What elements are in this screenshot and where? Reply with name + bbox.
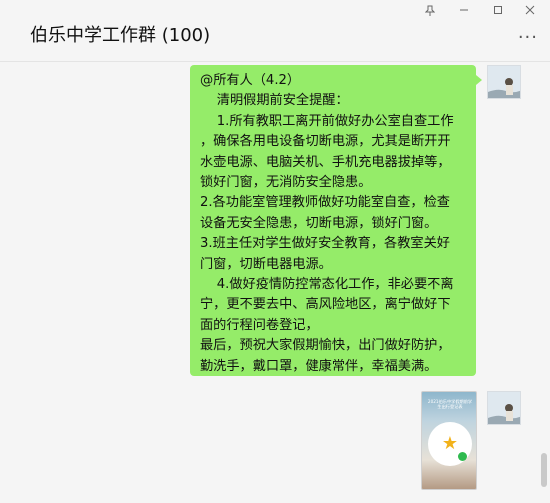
avatar[interactable] xyxy=(487,65,521,99)
mini-program-icon xyxy=(458,452,467,461)
chat-title: 伯乐中学工作群 (100) xyxy=(30,25,211,46)
maximize-icon[interactable] xyxy=(488,2,508,18)
minimize-icon[interactable] xyxy=(454,2,474,18)
image-caption: 2021伯乐中学假期前学生出行登记表 xyxy=(427,399,473,409)
star-icon: ★ xyxy=(441,433,459,454)
more-options-button[interactable]: ... xyxy=(518,24,538,42)
scrollbar[interactable] xyxy=(541,453,547,487)
title-bar: 伯乐中学工作群 (100) ... xyxy=(0,0,550,62)
close-icon[interactable] xyxy=(520,2,540,18)
image-message[interactable]: 2021伯乐中学假期前学生出行登记表 ★ xyxy=(421,391,477,490)
text-message-bubble[interactable]: @所有人（4.2） 清明假期前安全提醒： 1.所有教职工离开前做好办公室自查工作… xyxy=(190,65,482,376)
message-list[interactable]: @所有人（4.2） 清明假期前安全提醒： 1.所有教职工离开前做好办公室自查工作… xyxy=(0,62,550,503)
avatar[interactable] xyxy=(487,391,521,425)
qr-code-icon: ★ xyxy=(428,422,472,466)
pin-icon[interactable] xyxy=(420,2,440,18)
